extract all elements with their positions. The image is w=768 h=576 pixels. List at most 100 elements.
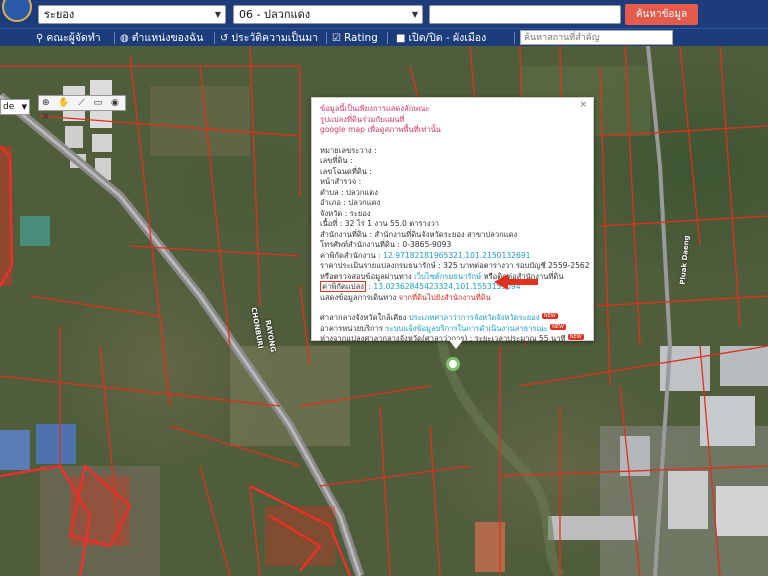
location-pin-icon[interactable]: [446, 357, 460, 371]
map-toolbar[interactable]: ⊕ ✋ ⟋ ▭ ◉ ✕: [38, 95, 126, 122]
field-value: : 0-3865-9093: [397, 240, 452, 249]
popup-notice-line: ข้อมูลนี้เป็นเพียงการแสดงลักษณะ: [320, 104, 430, 113]
popup-notice-line: รูปแปลงที่ดินร่วมกับแผนที่: [320, 114, 405, 124]
field-value: : สำนักงานที่ดินจังหวัดระยอง สาขาปลวกแดง: [369, 229, 518, 239]
treasury-website-link[interactable]: เว็บไซต์กรมธนารักษ์: [414, 272, 481, 281]
field-label: หรือตรวจสอบข้อมูลผ่านทาง: [320, 271, 412, 281]
field-label: จังหวัด: [320, 208, 343, 218]
menu-item-city-plan-toggle[interactable]: ■ เปิด/ปิด - ผังเมือง: [396, 30, 486, 46]
menu-item-label: คณะผู้จัดทำ: [46, 32, 101, 44]
menu-item-my-location[interactable]: ◍ ตำแหน่งของฉัน: [120, 30, 203, 46]
field-label: เลขที่ดิน: [320, 156, 348, 165]
history-icon: ↺: [220, 33, 229, 44]
field-label: ราคาประเมินรายแปลงกรมธนารักษ์: [320, 261, 436, 270]
field-deed-number: เลขโฉนดที่ดิน :: [320, 167, 585, 178]
district-select[interactable]: 06 - ปลวกแดง ▼: [233, 5, 423, 24]
new-badge: NEW: [550, 323, 566, 330]
field-label: อาคารหน่วยบริการ: [320, 323, 383, 333]
field-value: : 32 ไร่ 1 งาน 55.0 ตารางวา: [339, 219, 440, 228]
field-label: โทรศัพท์สำนักงานที่ดิน: [320, 240, 395, 249]
field-value: :: [369, 166, 372, 176]
directions-link[interactable]: จากที่ดินไปยังสำนักงานที่ดิน: [399, 293, 491, 302]
menu-item-label: Rating: [343, 32, 378, 44]
field-value: :: [373, 145, 377, 155]
chevron-down-icon: ▼: [411, 10, 418, 19]
red-arrow-icon: [494, 274, 538, 290]
field-value: : ปลวกแดง: [341, 187, 378, 197]
field-label: หน้าสำรวจ: [320, 177, 357, 186]
field-area: เนื้อที่ : 32 ไร่ 1 งาน 55.0 ตารางวา: [320, 219, 585, 230]
menu-divider: [387, 32, 388, 44]
close-icon[interactable]: ×: [579, 100, 587, 111]
parcel-info-popup: × ข้อมูลนี้เป็นเพียงการแสดงลักษณะ รูปแปล…: [311, 97, 594, 343]
menu-divider: [326, 32, 327, 44]
popup-pointer: [449, 340, 463, 349]
place-search-input[interactable]: [520, 30, 673, 45]
menu-divider: [214, 32, 215, 44]
chevron-down-icon: ▼: [214, 10, 221, 19]
field-provincial-hall: ศาลากลางจังหวัดใกล้เคียง ประเภทศาลาว่ากา…: [320, 313, 585, 324]
new-badge: NEW: [541, 313, 558, 319]
field-value: : 325 บาทต่อตารางวา รอบบัญชี 2559-2562: [438, 261, 590, 270]
province-select[interactable]: ระยอง ▼: [38, 5, 226, 24]
menu-divider: [514, 32, 515, 44]
menu-item-label: ประวัติความเป็นมา: [231, 32, 319, 44]
field-land-number: เลขที่ดิน :: [320, 156, 585, 167]
menu-bar: ⚲ คณะผู้จัดทำ ◍ ตำแหน่งของฉัน ↺ ประวัติความ…: [0, 28, 768, 46]
menu-item-label: เปิด/ปิด - ผังเมือง: [408, 32, 487, 44]
field-parcel-coordinate: ค่าพิกัดแปลง : 13.02362845423324,101.155…: [320, 281, 585, 293]
field-office-coordinate: ค่าพิกัดสำนักงาน : 12.97182181965321,101…: [320, 251, 585, 262]
parcel-coordinate-label: ค่าพิกัดแปลง: [320, 281, 366, 292]
field-label: แสดงข้อมูลการเดินทาง: [320, 292, 397, 302]
field-label: ตำบล: [320, 187, 339, 197]
field-sheet-number: หมายเลขระวาง :: [320, 146, 585, 157]
menu-item-history[interactable]: ↺ ประวัติความเป็นมา: [220, 30, 318, 46]
field-value: : ปลวกแดง: [343, 198, 381, 207]
field-label: อำเภอ: [320, 198, 341, 207]
field-label: ศาลากลางจังหวัดใกล้เคียง: [320, 313, 407, 322]
field-label: เลขโฉนดที่ดิน: [320, 166, 367, 176]
field-district: อำเภอ : ปลวกแดง: [320, 198, 585, 209]
field-office-phone: โทรศัพท์สำนักงานที่ดิน : 0-3865-9093: [320, 240, 585, 251]
new-badge: NEW: [567, 334, 584, 340]
menu-item-team[interactable]: ⚲ คณะผู้จัดทำ: [36, 30, 101, 46]
globe-icon: ◍: [120, 33, 129, 44]
map-language-value: de: [3, 102, 15, 112]
field-directions: แสดงข้อมูลการเดินทาง จากที่ดินไปยังสำนัก…: [320, 293, 585, 304]
search-button[interactable]: ค้นหาข้อมูล: [625, 4, 698, 25]
field-label: ค่าพิกัดสำนักงาน: [320, 250, 376, 260]
department-logo-icon: [2, 0, 32, 22]
square-icon: ■: [396, 33, 406, 44]
menu-item-label: ตำแหน่งของฉัน: [131, 32, 204, 44]
menu-item-rating[interactable]: ☑ Rating: [332, 30, 378, 46]
public-service-link[interactable]: ระบบแจ้งข้อมูลบริการในการดำเนินงานสาธารณ…: [385, 324, 547, 333]
field-value: : ระยะเวลาประมาณ 55 นาที: [469, 334, 566, 343]
field-public-service: อาคารหน่วยบริการ ระบบแจ้งข้อมูลบริการในก…: [320, 323, 585, 335]
field-value: :: [350, 156, 353, 165]
menu-divider: [114, 32, 115, 44]
field-label: เนื้อที่: [320, 219, 338, 228]
office-coordinate-link[interactable]: : 12.97182181965321,101.2150132691: [378, 251, 530, 260]
field-value: :: [358, 177, 362, 186]
field-survey-page: หน้าสำรวจ :: [320, 177, 585, 188]
field-label: ห่างจากแปลงศาลากลางจังหวัด(ศาลาว่าการ): [320, 334, 468, 343]
map-language-select[interactable]: de ▼: [0, 99, 30, 115]
field-subdistrict: ตำบล : ปลวกแดง: [320, 188, 585, 199]
top-search-bar: ระยอง ▼ 06 - ปลวกแดง ▼ ค้นหาข้อมูล: [0, 0, 768, 28]
province-value: ระยอง: [44, 8, 75, 21]
field-label: สำนักงานที่ดิน: [320, 229, 367, 239]
popup-notice-line: google map เพื่อดูสภาพพื้นที่เท่านั้น: [320, 125, 441, 134]
field-land-office: สำนักงานที่ดิน : สำนักงานที่ดินจังหวัดระ…: [320, 230, 585, 241]
keyword-input[interactable]: [429, 5, 621, 24]
field-value: : ระยอง: [344, 208, 371, 218]
field-appraisal: ราคาประเมินรายแปลงกรมธนารักษ์ : 325 บาทต…: [320, 261, 590, 272]
person-pin-icon: ⚲: [36, 33, 44, 44]
field-label: หมายเลขระวาง: [320, 145, 372, 155]
check-square-icon: ☑: [332, 33, 341, 44]
field-province: จังหวัด : ระยอง: [320, 209, 585, 220]
chevron-down-icon: ▼: [21, 103, 27, 111]
district-value: 06 - ปลวกแดง: [239, 8, 311, 21]
provincial-hall-link[interactable]: ประเภทศาลาว่าการจังหวัดจังหวัดระยอง: [409, 313, 540, 322]
